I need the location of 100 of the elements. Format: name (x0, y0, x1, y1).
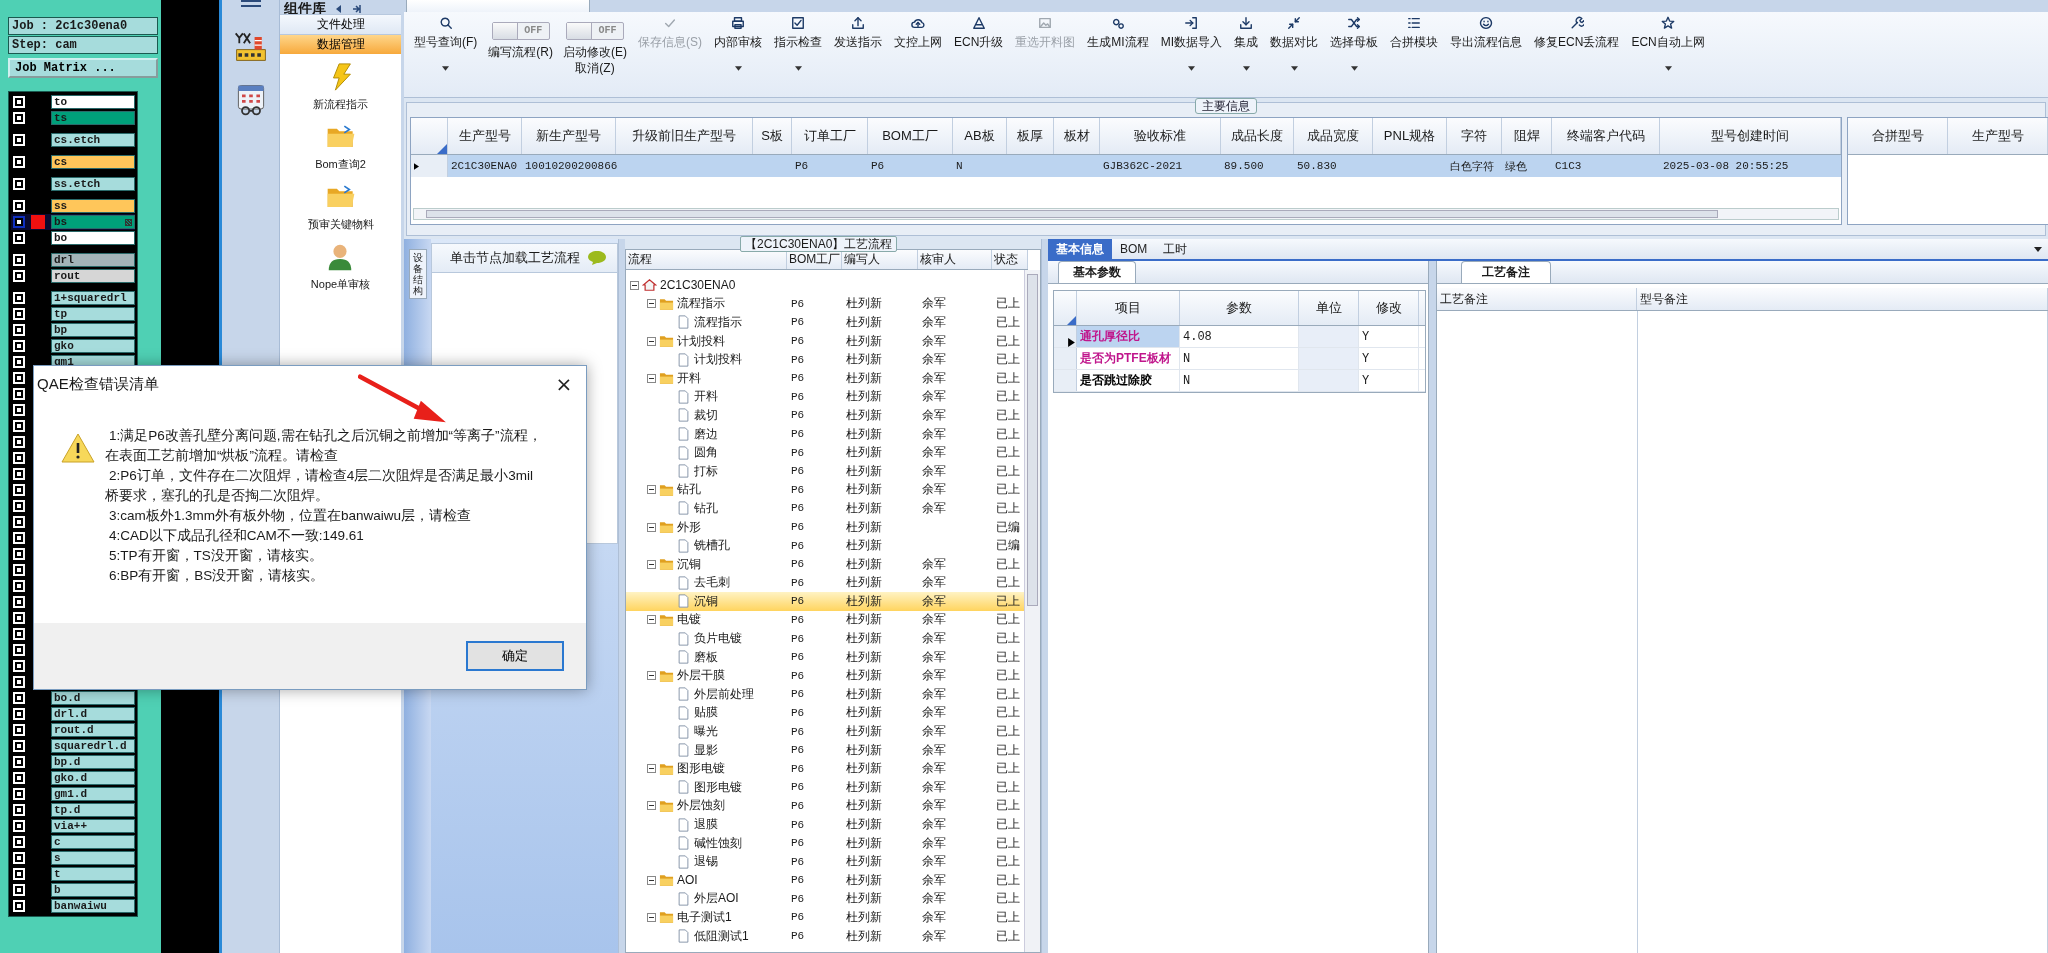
collapse-icon[interactable] (647, 559, 656, 569)
layer-row[interactable]: rout (11, 268, 135, 284)
tab[interactable]: 基本信息 (1048, 239, 1112, 259)
layer-name[interactable]: drl.d (51, 707, 135, 721)
column-header[interactable]: BOM工厂 (868, 118, 953, 154)
layer-name[interactable]: c (51, 835, 135, 849)
component-label[interactable]: Bom查询2 (315, 157, 366, 172)
tree-row[interactable]: 2C1C30ENA0 (626, 276, 1028, 295)
tree-row[interactable]: 外层AOI P6 杜列新 余军 已上 (626, 889, 1028, 909)
tree-row[interactable]: 显影 P6 杜列新 余军 已上 (626, 740, 1028, 760)
column-header[interactable]: 核审人 (918, 250, 992, 269)
column-header[interactable]: 终端客户代码 (1552, 118, 1660, 154)
collapse-icon[interactable] (647, 671, 656, 681)
tree-row[interactable]: 磨边 P6 杜列新 余军 已上 (626, 424, 1028, 444)
collapse-icon[interactable] (647, 485, 656, 495)
layer-name[interactable]: cs.etch (51, 133, 135, 147)
tree-row[interactable]: 磨板 P6 杜列新 余军 已上 (626, 647, 1028, 667)
layer-name[interactable]: bo (51, 231, 135, 245)
component-label[interactable]: Nope单审核 (310, 277, 371, 292)
column-header[interactable]: AB板 (953, 118, 1007, 154)
layer-row[interactable]: rout.d (11, 722, 135, 738)
toolbar-button[interactable]: 文控上网 (893, 14, 943, 52)
caret-icon[interactable] (734, 66, 742, 71)
layer-row[interactable]: c (11, 834, 135, 850)
layer-row[interactable]: t (11, 866, 135, 882)
table-row[interactable]: 是否为PTFE板材 N Y (1054, 348, 1425, 370)
column-header[interactable]: 编写人 (842, 250, 918, 269)
vertical-tab[interactable]: 设备结构 (408, 249, 427, 299)
toolbar-button[interactable]: 型号查询(F) (413, 14, 479, 52)
tree-row[interactable]: 铣槽孔 P6 杜列新 已编 (626, 536, 1028, 555)
layer-name[interactable]: banwaiwu (51, 899, 135, 913)
tree-row[interactable]: 计划投料 P6 杜列新 余军 已上 (626, 350, 1028, 369)
tree-row[interactable]: 图形电镀 P6 杜列新 余军 已上 (626, 759, 1028, 779)
tree-row[interactable]: 钻孔 P6 杜列新 余军 已上 (626, 480, 1028, 500)
layer-name[interactable]: tp (51, 307, 135, 321)
caret-icon[interactable] (1664, 66, 1672, 71)
dropdown-icon[interactable] (2034, 246, 2042, 252)
tree-row[interactable]: 钻孔 P6 杜列新 余军 已上 (626, 499, 1028, 518)
toolbar-button[interactable]: 选择母板 (1329, 14, 1380, 52)
column-header[interactable]: 状态 (992, 250, 1028, 269)
tree-row[interactable]: 贴膜 P6 杜列新 余军 已上 (626, 703, 1028, 723)
layer-name[interactable]: to (51, 95, 135, 109)
layer-row[interactable]: 1+squaredrl (11, 290, 135, 306)
column-header[interactable]: 工艺备注 (1437, 288, 1637, 310)
layer-row[interactable]: ts (11, 110, 135, 126)
layer-row[interactable]: bp (11, 322, 135, 338)
toolbar-button[interactable]: 内部审核 (713, 14, 763, 52)
tree-row[interactable]: 开料 P6 杜列新 余军 已上 (626, 387, 1028, 407)
tab[interactable]: BOM (1112, 239, 1156, 259)
layer-name[interactable]: ss (51, 199, 135, 213)
column-header[interactable]: 验收标准 (1100, 118, 1221, 154)
layer-row[interactable]: ss.etch (11, 176, 135, 192)
tree-row[interactable]: 流程指示 P6 杜列新 余军 已上 (626, 313, 1028, 332)
collapse-icon[interactable] (630, 280, 639, 290)
caret-icon[interactable] (1350, 66, 1358, 71)
column-header[interactable]: 成品宽度 (1294, 118, 1373, 154)
layer-row[interactable]: tp.d (11, 802, 135, 818)
tree-row[interactable]: AOI P6 杜列新 余军 已上 (626, 871, 1028, 890)
column-header[interactable]: 板材 (1054, 118, 1100, 154)
layer-row[interactable]: drl (11, 252, 135, 268)
job-matrix-button[interactable]: Job Matrix ... (8, 58, 158, 78)
caret-icon[interactable] (442, 66, 450, 71)
column-header[interactable]: 流程 (626, 250, 787, 269)
column-header[interactable]: 阻焊 (1502, 118, 1552, 154)
layer-name[interactable]: t (51, 867, 135, 881)
column-header[interactable]: 项目 (1077, 291, 1180, 325)
layer-row[interactable]: bs (11, 214, 135, 230)
layer-name[interactable]: drl (51, 253, 135, 267)
tab[interactable]: 工时 (1155, 239, 1196, 259)
layer-name[interactable]: gko.d (51, 771, 135, 785)
tree-row[interactable]: 外层蚀刻 P6 杜列新 余军 已上 (626, 796, 1028, 816)
layer-row[interactable]: b (11, 882, 135, 898)
collapse-icon[interactable] (647, 875, 656, 885)
layer-row[interactable]: squaredrl.d (11, 738, 135, 754)
layer-name[interactable]: b (51, 883, 135, 897)
column-header[interactable]: 成品长度 (1221, 118, 1294, 154)
layer-row[interactable]: ss (11, 198, 135, 214)
layer-name[interactable]: bp (51, 323, 135, 337)
column-header[interactable]: 生产型号 (1948, 118, 2048, 154)
tree-row[interactable]: 图形电镀 P6 杜列新 余军 已上 (626, 778, 1028, 797)
layer-row[interactable]: gko.d (11, 770, 135, 786)
layer-row[interactable]: gko (11, 338, 135, 354)
column-header[interactable]: 板厚 (1007, 118, 1054, 154)
column-header[interactable]: 参数 (1180, 291, 1299, 325)
collapse-icon[interactable] (647, 764, 656, 774)
horizontal-scrollbar[interactable] (413, 208, 1839, 220)
collapse-arrow-icon[interactable] (334, 4, 344, 14)
layer-name[interactable]: bp.d (51, 755, 135, 769)
column-header[interactable]: BOM工厂 (787, 250, 842, 269)
ok-button[interactable]: 确定 (466, 641, 564, 671)
column-header[interactable]: 单位 (1299, 291, 1359, 325)
column-header[interactable]: 新生产型号 (522, 118, 616, 154)
layer-row[interactable]: s (11, 850, 135, 866)
tree-row[interactable]: 打标 P6 杜列新 余军 已上 (626, 461, 1028, 481)
column-header[interactable]: S板 (753, 118, 792, 154)
toolbar-button[interactable]: 生成MI流程 (1086, 14, 1150, 52)
pin-icon[interactable] (352, 4, 362, 14)
toolbar-button[interactable]: 修复ECN丢流程 (1533, 14, 1621, 52)
collapse-icon[interactable] (647, 615, 656, 625)
layer-row[interactable]: bo.d (11, 690, 135, 706)
